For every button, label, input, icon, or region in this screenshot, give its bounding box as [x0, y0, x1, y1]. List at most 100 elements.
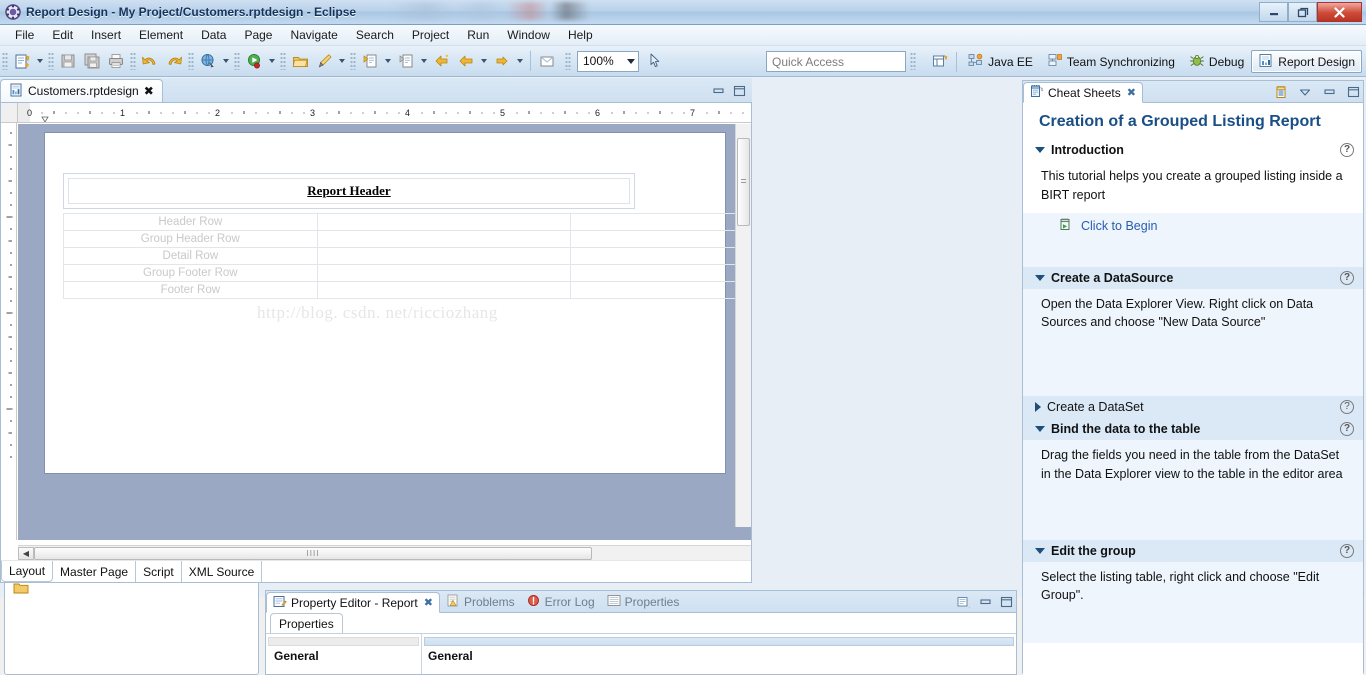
- row-cell-2[interactable]: [316, 213, 572, 231]
- menu-edit[interactable]: Edit: [43, 26, 82, 44]
- row-cell-2[interactable]: [316, 230, 572, 248]
- external-tools-icon[interactable]: [312, 49, 336, 73]
- toolbar-grip[interactable]: [2, 52, 8, 70]
- back-icon[interactable]: [454, 49, 478, 73]
- cheat-section-header-bind-data[interactable]: Bind the data to the table ?: [1023, 418, 1363, 440]
- menu-insert[interactable]: Insert: [82, 26, 130, 44]
- maximize-icon[interactable]: [999, 595, 1013, 609]
- new-wizard-icon[interactable]: [10, 49, 34, 73]
- next-annotation-dropdown-arrow[interactable]: [382, 49, 394, 73]
- run-icon[interactable]: [242, 49, 266, 73]
- external-tools-dropdown-arrow[interactable]: [336, 49, 348, 73]
- toolbar-grip-6[interactable]: [280, 52, 286, 70]
- table-row[interactable]: Group Footer Row: [63, 264, 743, 282]
- open-type-icon[interactable]: [288, 49, 312, 73]
- row-cell-2[interactable]: [316, 247, 572, 265]
- horizontal-ruler[interactable]: 0 1 2 3 4 5 6 7: [1, 103, 751, 123]
- toolbar-grip-2[interactable]: [48, 52, 54, 70]
- scrollbar-thumb[interactable]: [737, 138, 750, 226]
- table-row[interactable]: Detail Row: [63, 247, 743, 265]
- tab-property-editor[interactable]: Property Editor - Report ✖: [266, 592, 440, 613]
- cheat-section-header-introduction[interactable]: Introduction ?: [1023, 139, 1363, 161]
- perspective-team-synchronizing[interactable]: Team Synchronizing: [1040, 50, 1182, 73]
- run-dropdown-arrow[interactable]: [266, 49, 278, 73]
- menu-project[interactable]: Project: [403, 26, 458, 44]
- toolbar-grip-4[interactable]: [188, 52, 194, 70]
- minimize-icon[interactable]: [711, 84, 725, 98]
- help-icon[interactable]: ?: [1340, 400, 1354, 414]
- subtab-properties[interactable]: Properties: [270, 613, 343, 633]
- minimize-icon[interactable]: [1322, 85, 1336, 99]
- row-cell-3[interactable]: [570, 264, 743, 282]
- table-row[interactable]: Footer Row: [63, 281, 743, 299]
- toolbar-grip-8[interactable]: [565, 52, 571, 70]
- next-annotation-icon[interactable]: [358, 49, 382, 73]
- cheat-sheets-body[interactable]: Creation of a Grouped Listing Report Int…: [1023, 103, 1363, 675]
- cheat-section-header-create-datasource[interactable]: Create a DataSource ?: [1023, 266, 1363, 289]
- last-edit-location-icon[interactable]: [430, 49, 454, 73]
- perspective-report-design[interactable]: Report Design: [1251, 50, 1362, 73]
- view-menu-icon[interactable]: [957, 595, 971, 609]
- help-icon[interactable]: ?: [1340, 270, 1354, 285]
- maximize-icon[interactable]: [732, 84, 746, 98]
- back-dropdown-arrow[interactable]: [478, 49, 490, 73]
- help-icon[interactable]: ?: [1340, 422, 1354, 436]
- save-icon[interactable]: [56, 49, 80, 73]
- table-row[interactable]: Group Header Row: [63, 230, 743, 248]
- close-button[interactable]: [1317, 2, 1362, 22]
- report-page[interactable]: Report Header Header Row Group Header Ro…: [45, 133, 743, 473]
- editor-horizontal-scrollbar[interactable]: ◀ IIII: [18, 545, 751, 560]
- forward-icon[interactable]: [490, 49, 514, 73]
- new-dropdown-arrow[interactable]: [34, 49, 46, 73]
- menu-help[interactable]: Help: [559, 26, 602, 44]
- forward-dropdown-arrow[interactable]: [514, 49, 526, 73]
- toolbar-grip-3[interactable]: [130, 52, 136, 70]
- close-icon[interactable]: ✖: [1127, 86, 1136, 99]
- perspective-debug[interactable]: Debug: [1182, 50, 1251, 73]
- report-table[interactable]: Header Row Group Header Row Detail Row G…: [63, 213, 743, 299]
- row-cell-3[interactable]: [570, 247, 743, 265]
- view-menu-icon[interactable]: [1298, 85, 1312, 99]
- print-icon[interactable]: [104, 49, 128, 73]
- tab-xml-source[interactable]: XML Source: [182, 561, 263, 582]
- menu-run[interactable]: Run: [458, 26, 498, 44]
- tab-layout[interactable]: Layout: [1, 561, 54, 582]
- menu-navigate[interactable]: Navigate: [281, 26, 346, 44]
- cheat-section-header-edit-group[interactable]: Edit the group ?: [1023, 539, 1363, 562]
- redo-icon[interactable]: [162, 49, 186, 73]
- editor-vertical-scrollbar[interactable]: [735, 124, 751, 527]
- close-icon[interactable]: ✖: [424, 596, 433, 609]
- row-cell-3[interactable]: [570, 230, 743, 248]
- close-icon[interactable]: ✖: [144, 84, 154, 98]
- design-canvas[interactable]: Report Header Header Row Group Header Ro…: [18, 124, 751, 540]
- open-perspective-icon[interactable]: [928, 50, 952, 74]
- minimize-icon[interactable]: [978, 595, 992, 609]
- row-cell-3[interactable]: [570, 213, 743, 231]
- tab-properties[interactable]: Properties: [601, 591, 686, 612]
- toolbar-grip-7[interactable]: [350, 52, 356, 70]
- menu-file[interactable]: File: [6, 26, 43, 44]
- table-row[interactable]: Header Row: [63, 213, 743, 231]
- web-preview-dropdown-arrow[interactable]: [220, 49, 232, 73]
- menu-element[interactable]: Element: [130, 26, 192, 44]
- undo-icon[interactable]: [138, 49, 162, 73]
- row-cell-2[interactable]: [316, 264, 572, 282]
- perspective-java-ee[interactable]: Java EE: [961, 50, 1040, 73]
- property-category-list[interactable]: General: [266, 634, 422, 674]
- tab-problems[interactable]: Problems: [440, 591, 521, 612]
- menu-page[interactable]: Page: [235, 26, 281, 44]
- quick-access-input[interactable]: Quick Access: [766, 51, 906, 72]
- zoom-combo[interactable]: 100%: [577, 50, 639, 72]
- maximize-icon[interactable]: [1346, 85, 1360, 99]
- tab-cheat-sheets[interactable]: Cheat Sheets ✖: [1023, 82, 1143, 103]
- menu-search[interactable]: Search: [347, 26, 403, 44]
- report-header-cell[interactable]: Report Header: [63, 173, 635, 209]
- collapse-cheatsheet-icon[interactable]: [1274, 85, 1288, 99]
- tab-customers-rptdesign[interactable]: Customers.rptdesign ✖: [0, 79, 163, 102]
- previous-annotation-icon[interactable]: [394, 49, 418, 73]
- toolbar-grip-5[interactable]: [234, 52, 240, 70]
- help-icon[interactable]: ?: [1340, 143, 1354, 157]
- toolbar-grip-9[interactable]: [910, 52, 916, 70]
- tab-error-log[interactable]: Error Log: [521, 591, 601, 612]
- tab-master-page[interactable]: Master Page: [53, 561, 137, 582]
